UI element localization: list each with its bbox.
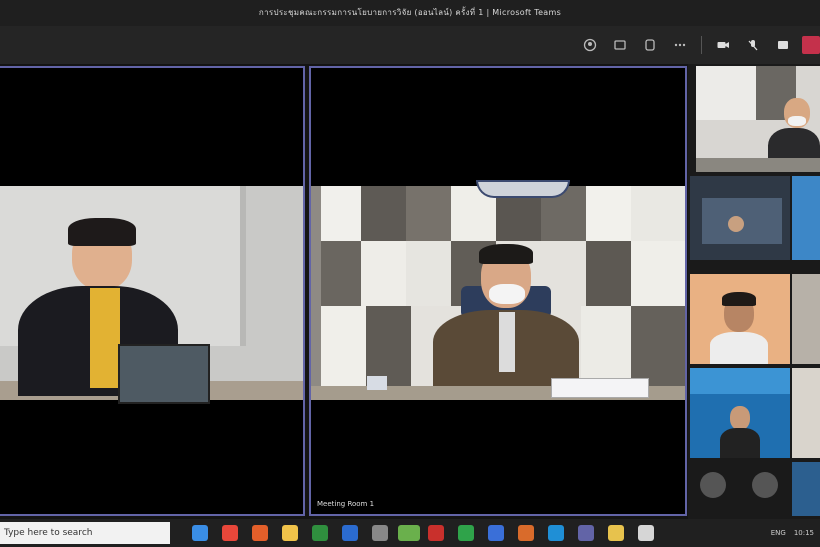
edge-icon[interactable]	[548, 525, 564, 541]
chat-button[interactable]	[605, 26, 635, 64]
windows-taskbar: Type here to search ENG 10:15	[0, 519, 820, 547]
system-tray: ENG 10:15	[771, 519, 814, 547]
chrome-icon[interactable]	[222, 525, 238, 541]
share-button[interactable]	[768, 26, 798, 64]
participant-thumb-6[interactable]	[690, 368, 790, 458]
participant-thumb-3[interactable]	[792, 176, 820, 260]
reactions-icon	[645, 39, 655, 51]
window-title: การประชุมคณะกรรมการนโยบายการวิจัย (ออนไล…	[0, 0, 820, 26]
chat-icon	[614, 40, 626, 50]
mic-icon	[748, 40, 758, 51]
toolbar-divider	[701, 36, 702, 54]
share-icon	[778, 41, 788, 49]
video-feed-right	[311, 180, 685, 400]
task-view-icon[interactable]	[192, 525, 208, 541]
video-feed-left	[0, 186, 303, 404]
tray-clock[interactable]: 10:15	[794, 529, 814, 537]
meeting-toolbar	[0, 26, 820, 64]
participant-avatar-2[interactable]	[752, 472, 778, 498]
folder-icon[interactable]	[608, 525, 624, 541]
excel-icon[interactable]	[312, 525, 328, 541]
store-icon[interactable]	[342, 525, 358, 541]
participant-strip	[688, 64, 820, 519]
tray-lang[interactable]: ENG	[771, 529, 786, 537]
more-icon	[674, 43, 686, 47]
participant-thumb-2[interactable]	[690, 176, 790, 260]
notepad-icon[interactable]	[638, 525, 654, 541]
settings-icon[interactable]	[372, 525, 388, 541]
camera-button[interactable]	[708, 26, 738, 64]
participant-avatar-1[interactable]	[700, 472, 726, 498]
whatsapp-icon[interactable]	[458, 525, 474, 541]
participant-thumb-5[interactable]	[792, 274, 820, 364]
participant-thumb-1[interactable]	[696, 66, 820, 172]
office-icon[interactable]	[252, 525, 268, 541]
word-icon[interactable]	[488, 525, 504, 541]
leave-button[interactable]	[802, 36, 820, 54]
participant-thumb-7[interactable]	[792, 368, 820, 458]
file-explorer-icon[interactable]	[282, 525, 298, 541]
participant-thumb-4[interactable]	[690, 274, 790, 364]
participant-name-tag: Meeting Room 1	[317, 500, 375, 508]
reactions-button[interactable]	[635, 26, 665, 64]
participant-thumb-8[interactable]	[792, 462, 820, 516]
camera-icon	[717, 42, 729, 48]
acrobat-icon[interactable]	[428, 525, 444, 541]
teams-icon[interactable]	[578, 525, 594, 541]
more-button[interactable]	[665, 26, 695, 64]
line-icon[interactable]	[398, 525, 420, 541]
powerpoint-icon[interactable]	[518, 525, 534, 541]
taskbar-search-input[interactable]: Type here to search	[0, 522, 170, 544]
participants-icon	[583, 38, 597, 52]
video-stage: Meeting Room 1	[0, 64, 820, 519]
participants-button[interactable]	[575, 26, 605, 64]
main-video-tile-1[interactable]	[0, 66, 305, 516]
main-video-tile-2[interactable]: Meeting Room 1	[309, 66, 687, 516]
mic-button[interactable]	[738, 26, 768, 64]
